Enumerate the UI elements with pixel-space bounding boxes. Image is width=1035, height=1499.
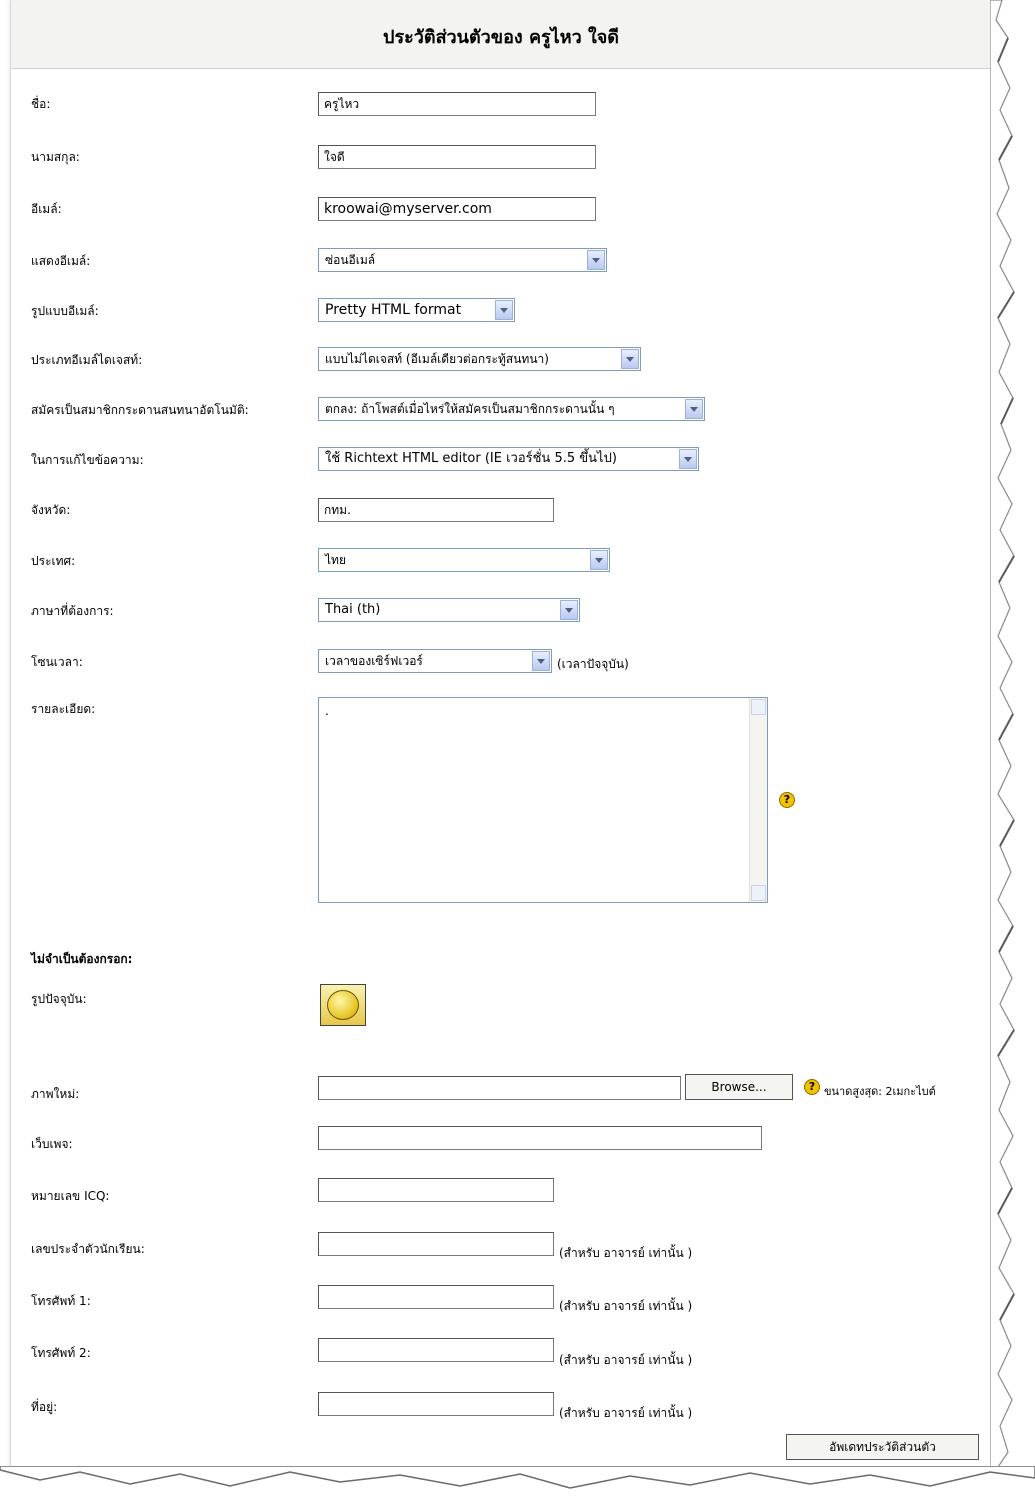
- firstname-label: ชื่อ:: [31, 97, 51, 111]
- idnumber-note: (สำหรับ อาจารย์ เท่านั้น ): [559, 1246, 693, 1260]
- chevron-down-icon: [685, 399, 703, 419]
- phone1-note: (สำหรับ อาจารย์ เท่านั้น ): [559, 1299, 693, 1313]
- address-note: (สำหรับ อาจารย์ เท่านั้น ): [559, 1406, 693, 1420]
- city-label: จังหวัด:: [31, 503, 71, 517]
- country-value: ไทย: [325, 553, 346, 567]
- auto-subscribe-label: สมัครเป็นสมาชิกกระดานสนทนาอัตโนมัติ:: [31, 403, 249, 417]
- email-format-label: รูปแบบอีเมล์:: [31, 304, 99, 318]
- smiley-icon: [327, 990, 359, 1020]
- chevron-down-icon: [560, 600, 578, 620]
- scroll-up-button[interactable]: [751, 699, 766, 715]
- language-value: Thai (th): [325, 602, 381, 617]
- webpage-label: เว็บเพจ:: [31, 1137, 73, 1151]
- phone1-label: โทรศัพท์ 1:: [31, 1294, 91, 1308]
- auto-subscribe-value: ตกลง: ถ้าโพสต์เมื่อไหร่ให้สมัครเป็นสมาชิ…: [325, 402, 615, 416]
- description-label: รายละเอียด:: [31, 702, 96, 716]
- help-icon[interactable]: ?: [804, 1079, 820, 1095]
- idnumber-label: เลขประจำตัวนักเรียน:: [31, 1242, 145, 1256]
- browse-button[interactable]: Browse...: [685, 1074, 793, 1100]
- profile-panel: ประวัติส่วนตัวของ ครูไหว ใจดี ชื่อ: นามส…: [10, 0, 992, 1470]
- idnumber-input[interactable]: [318, 1232, 554, 1256]
- description-value: .: [325, 704, 329, 718]
- new-picture-input[interactable]: [318, 1076, 681, 1100]
- timezone-value: เวลาของเซิร์ฟเวอร์: [325, 654, 423, 668]
- chevron-down-icon: [679, 449, 697, 469]
- description-textarea[interactable]: .: [318, 697, 768, 903]
- chevron-down-icon: [590, 550, 608, 570]
- email-label: อีเมล์:: [31, 202, 62, 216]
- editor-label: ในการแก้ไขข้อความ:: [31, 453, 144, 467]
- address-input[interactable]: [318, 1392, 554, 1416]
- chevron-down-icon: [587, 250, 605, 270]
- address-label: ที่อยู่:: [31, 1400, 58, 1414]
- description-scrollbar[interactable]: [749, 698, 767, 902]
- chevron-down-icon: [532, 651, 550, 671]
- timezone-note: (เวลาปัจจุบัน): [557, 657, 629, 671]
- torn-edge-right: [990, 0, 1015, 1471]
- email-digest-value: แบบไม่ไดเจสท์ (อีเมล์เดียวต่อกระทู้สนทนา…: [325, 352, 549, 366]
- phone2-label: โทรศัพท์ 2:: [31, 1346, 91, 1360]
- update-profile-button[interactable]: อัพเดทประวัติส่วนตัว: [786, 1434, 979, 1460]
- language-select[interactable]: Thai (th): [318, 598, 580, 622]
- firstname-input[interactable]: [318, 92, 596, 116]
- phone1-input[interactable]: [318, 1285, 554, 1309]
- email-display-value: ซ่อนอีเมล์: [325, 253, 376, 267]
- email-display-select[interactable]: ซ่อนอีเมล์: [318, 248, 607, 272]
- timezone-select[interactable]: เวลาของเซิร์ฟเวอร์: [318, 649, 552, 673]
- country-select[interactable]: ไทย: [318, 548, 610, 572]
- max-size-note: ขนาดสูงสุด: 2เมกะไบต์: [824, 1085, 936, 1098]
- torn-edge-bottom: [0, 1466, 1035, 1489]
- email-format-value: Pretty HTML format: [325, 302, 462, 318]
- city-input[interactable]: [318, 498, 554, 522]
- language-label: ภาษาที่ต้องการ:: [31, 604, 114, 618]
- optional-heading: ไม่จำเป็นต้องกรอก:: [31, 952, 133, 966]
- new-picture-label: ภาพใหม่:: [31, 1087, 80, 1101]
- editor-select[interactable]: ใช้ Richtext HTML editor (IE เวอร์ชั่น 5…: [318, 447, 699, 471]
- webpage-input[interactable]: [318, 1126, 762, 1150]
- icq-input[interactable]: [318, 1178, 554, 1202]
- lastname-label: นามสกุล:: [31, 150, 80, 164]
- phone2-note: (สำหรับ อาจารย์ เท่านั้น ): [559, 1353, 693, 1367]
- email-digest-select[interactable]: แบบไม่ไดเจสท์ (อีเมล์เดียวต่อกระทู้สนทนา…: [318, 347, 641, 371]
- country-label: ประเทศ:: [31, 554, 76, 568]
- smiley-avatar: [320, 984, 366, 1026]
- email-digest-label: ประเภทอีเมล์ไดเจสท์:: [31, 353, 143, 367]
- timezone-label: โซนเวลา:: [31, 655, 83, 669]
- chevron-down-icon: [621, 349, 639, 369]
- title-bar: ประวัติส่วนตัวของ ครูไหว ใจดี: [11, 0, 991, 69]
- phone2-input[interactable]: [318, 1338, 554, 1362]
- auto-subscribe-select[interactable]: ตกลง: ถ้าโพสต์เมื่อไหร่ให้สมัครเป็นสมาชิ…: [318, 397, 705, 421]
- email-display-label: แสดงอีเมล์:: [31, 254, 91, 268]
- chevron-down-icon: [495, 300, 513, 320]
- lastname-input[interactable]: [318, 145, 596, 169]
- icq-label: หมายเลข ICQ:: [31, 1189, 110, 1203]
- help-icon[interactable]: ?: [779, 792, 795, 808]
- editor-value: ใช้ Richtext HTML editor (IE เวอร์ชั่น 5…: [325, 451, 617, 466]
- email-input[interactable]: [318, 197, 596, 221]
- page-title: ประวัติส่วนตัวของ ครูไหว ใจดี: [383, 27, 619, 48]
- scroll-down-button[interactable]: [751, 885, 766, 901]
- current-picture-label: รูปปัจจุบัน:: [31, 992, 87, 1006]
- email-format-select[interactable]: Pretty HTML format: [318, 298, 515, 322]
